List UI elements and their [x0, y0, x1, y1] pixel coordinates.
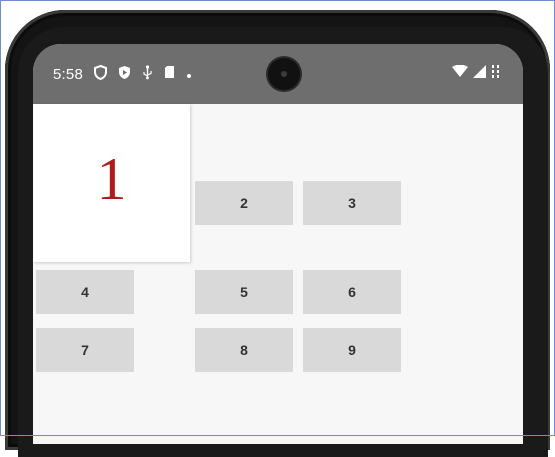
key-9[interactable]: 9	[303, 328, 401, 372]
key-2[interactable]: 2	[195, 181, 293, 225]
cellular-signal-icon	[473, 65, 486, 83]
key-7[interactable]: 7	[36, 328, 134, 372]
sd-card-icon	[164, 65, 175, 83]
status-time: 5:58	[53, 65, 83, 83]
key-6[interactable]: 6	[303, 270, 401, 314]
dot-icon	[186, 66, 192, 83]
shield-icon	[94, 64, 107, 84]
app-content: 1 2 3 4 5 6 7 8 9	[33, 104, 523, 444]
wifi-icon	[452, 64, 468, 83]
key-5[interactable]: 5	[195, 270, 293, 314]
status-bar: 5:58	[33, 44, 523, 104]
play-protect-icon	[118, 65, 131, 84]
number-display: 1	[33, 104, 190, 262]
key-4[interactable]: 4	[36, 270, 134, 314]
phone-screen: 5:58 1 2 3 4 5 6 7 8 9	[33, 44, 523, 444]
usb-debug-icon	[142, 64, 153, 84]
status-bar-left: 5:58	[53, 44, 192, 104]
front-camera	[268, 58, 300, 90]
display-value: 1	[96, 145, 127, 212]
status-bar-right	[452, 44, 503, 104]
battery-icon	[491, 64, 503, 84]
key-3[interactable]: 3	[303, 181, 401, 225]
key-8[interactable]: 8	[195, 328, 293, 372]
